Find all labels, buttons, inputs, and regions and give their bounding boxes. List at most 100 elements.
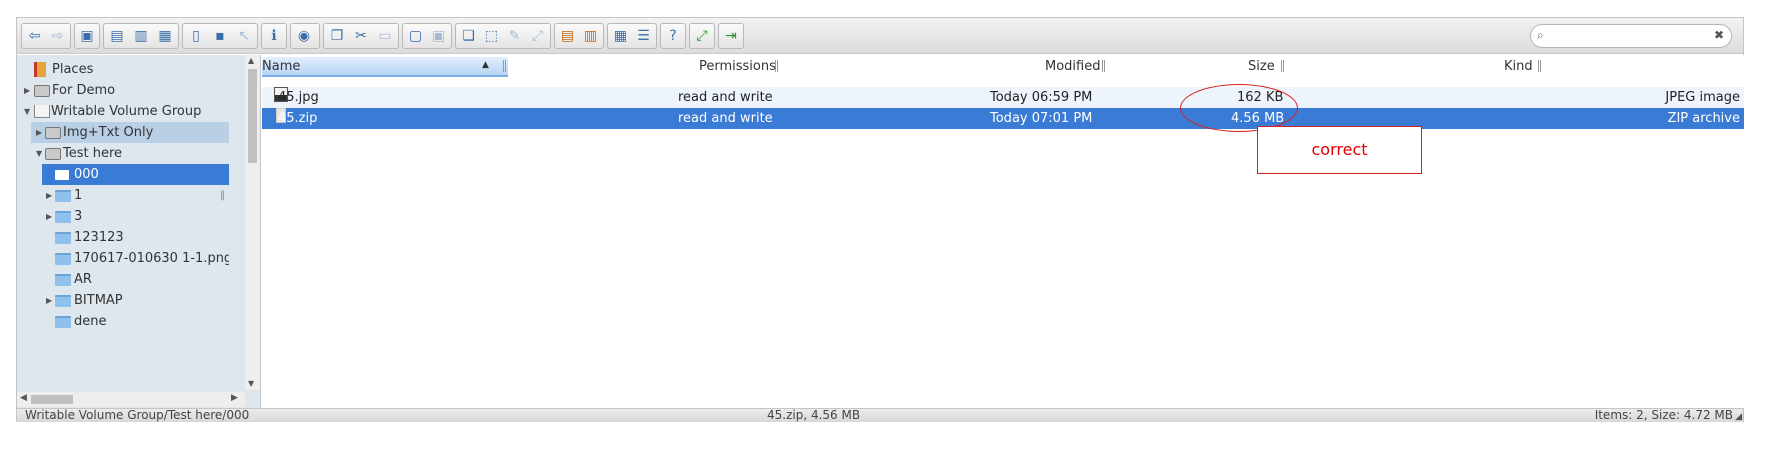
save-icon[interactable]: ▦ [154,25,176,47]
nav-item-bitmap[interactable]: ▶ BITMAP [42,290,229,311]
nav-item-1[interactable]: ▶ 1 ‖ [42,185,229,206]
scroll-left-icon[interactable]: ◀ [20,393,27,403]
annotation-callout: correct [1257,126,1422,174]
nav-item-dene[interactable]: dene [42,311,229,332]
extract-icon[interactable]: ▥ [580,25,601,47]
expand-arrow-icon[interactable]: ▶ [46,290,52,311]
select-all-icon[interactable]: ⬚ [481,25,502,47]
column-header: Name ▲ Permissions Modified Size Kind [262,55,1744,79]
file-permissions: read and write [678,90,773,105]
nav-vertical-scrollbar[interactable]: ▲ ▼ [245,55,260,390]
expand-arrow-icon[interactable]: ▶ [36,122,42,143]
paste-icon[interactable]: ▭ [374,25,396,47]
nav-item-123123[interactable]: 123123 [42,227,229,248]
list-view-icon[interactable]: ☰ [633,25,654,47]
clear-search-icon[interactable]: ✖ [1714,28,1724,42]
delete-icon[interactable]: ▣ [428,25,449,47]
exit-icon[interactable]: ⇥ [721,25,741,47]
fullscreen-icon[interactable]: ⤢ [692,25,712,47]
column-permissions[interactable]: Permissions [699,59,776,74]
column-kind[interactable]: Kind [1504,59,1533,74]
nav-item-img-txt-only[interactable]: ▶ Img+Txt Only [31,122,229,143]
computer-icon[interactable]: ▣ [77,25,97,47]
folder-open-icon [55,170,69,180]
nav-item-3[interactable]: ▶ 3 [42,206,229,227]
resize-icon[interactable]: ⤢ [527,25,548,47]
nav-item-for-demo[interactable]: ▶ For Demo [17,80,245,101]
nav-item-170617-png[interactable]: 170617-010630 1-1.png [42,248,229,269]
duplicate-icon[interactable]: ▢ [405,25,426,47]
nav-item-000[interactable]: 000 [42,164,229,185]
new-file-icon[interactable]: ▤ [106,25,128,47]
expand-arrow-icon[interactable]: ▶ [24,80,30,101]
column-resize-handle[interactable] [775,60,778,72]
column-modified[interactable]: Modified [1045,59,1100,74]
open-icon[interactable]: ▯ [185,25,207,47]
save-as-icon[interactable]: ▪ [209,25,231,47]
sort-ascending-icon[interactable]: ▲ [482,60,489,70]
expand-arrow-icon[interactable]: ▶ [46,185,52,206]
copy-icon[interactable]: ❐ [326,25,348,47]
icons-view-icon[interactable]: ▦ [610,25,631,47]
nav-item-label: dene [74,314,107,329]
file-row-selected[interactable]: 45.zip read and write Today 07:01 PM 4.5… [262,108,1744,129]
nav-item-label: BITMAP [74,293,123,308]
folder-icon [55,190,71,202]
cut-icon[interactable]: ✂ [350,25,372,47]
scroll-up-icon[interactable]: ▲ [248,56,254,65]
preview-icon[interactable]: ◉ [293,25,315,47]
preview-group: ◉ [290,23,320,49]
new-folder-icon[interactable]: ▥ [130,25,152,47]
file-modified: Today 07:01 PM [990,111,1093,126]
scroll-down-icon[interactable]: ▼ [248,379,254,388]
help-icon[interactable]: ? [663,25,683,47]
scroll-thumb[interactable] [248,69,257,163]
file-permissions: read and write [678,111,773,126]
select-icon[interactable]: ↖ [233,25,255,47]
status-summary: Items: 2, Size: 4.72 MB [1594,408,1733,422]
collapse-arrow-icon[interactable]: ▼ [24,101,30,122]
column-resize-handle[interactable] [1102,60,1105,72]
drive-icon [45,127,61,139]
expand-arrow-icon[interactable]: ▶ [46,206,52,227]
column-size[interactable]: Size [1248,59,1275,74]
drive-icon [45,148,61,160]
back-icon[interactable]: ⇦ [24,25,45,47]
file-kind: ZIP archive [1667,111,1740,126]
column-resize-handle[interactable] [503,60,506,72]
nav-item-label: Places [52,62,94,77]
file-row[interactable]: 45.jpg read and write Today 06:59 PM 162… [262,87,1744,108]
status-selection: 45.zip, 4.56 MB [767,408,861,422]
forward-icon[interactable]: ⇨ [47,25,68,47]
folder-icon [55,274,71,286]
rename-icon[interactable]: ❏ [458,25,479,47]
search-input[interactable] [1553,27,1703,45]
annotation-ellipse [1180,84,1298,132]
home-group: ▣ [74,23,100,49]
info-icon[interactable]: ℹ [264,25,284,47]
nav-item-ar[interactable]: AR [42,269,229,290]
collapse-arrow-icon[interactable]: ▼ [36,143,42,164]
scroll-thumb[interactable] [31,395,73,404]
folder-icon [55,211,71,223]
search-icon: ⌕ [1537,28,1544,42]
column-resize-handle[interactable] [1281,60,1284,72]
resize-handle[interactable]: ‖ [220,185,225,206]
nav-item-label: AR [74,272,92,287]
nav-item-writable-volume-group[interactable]: ▼ Writable Volume Group [17,101,245,122]
nav-item-test-here[interactable]: ▼ Test here [31,143,229,164]
resize-corner-icon[interactable]: ◢ [1735,407,1742,427]
nav-item-places[interactable]: Places [17,59,245,80]
nav-item-label: Writable Volume Group [51,104,202,119]
file-manager-window: ⇦ ⇨ ▣ ▤ ▥ ▦ ▯ ▪ ↖ ℹ ◉ ❐ ✂ ▭ ▢ ▣ ❏ ⬚ ✎ ⤢ … [16,17,1744,422]
nav-item-label: For Demo [52,83,116,98]
column-name[interactable]: Name ▲ [262,57,508,77]
column-resize-handle[interactable] [1538,60,1541,72]
nav-item-label: 1 [74,188,83,203]
nav-item-label: 000 [74,167,99,182]
file-list-panel: Name ▲ Permissions Modified Size Kind 45… [262,55,1744,408]
file-name: 45.zip [278,111,318,126]
archive-icon[interactable]: ▤ [557,25,578,47]
scroll-right-icon[interactable]: ▶ [231,393,238,403]
edit-icon[interactable]: ✎ [504,25,525,47]
